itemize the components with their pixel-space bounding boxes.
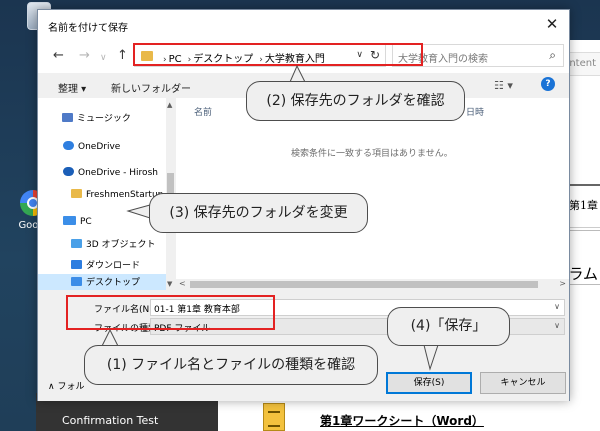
horizontal-scrollbar[interactable]: < > bbox=[176, 279, 569, 290]
onedrive-icon bbox=[63, 141, 74, 150]
callout-step3: (3) 保存先のフォルダを変更 bbox=[149, 193, 368, 233]
downloads-icon bbox=[71, 260, 82, 269]
recent-locations-button[interactable]: ∨ bbox=[100, 52, 107, 65]
folder-icon bbox=[71, 189, 82, 198]
scroll-right-icon[interactable]: > bbox=[559, 279, 566, 288]
sidebar-item-music[interactable]: ミュージック bbox=[62, 111, 131, 124]
callout-step1: (1) ファイル名とファイルの種類を確認 bbox=[84, 345, 378, 385]
sidebar-item-label: OneDrive - Hirosh bbox=[78, 168, 158, 178]
scroll-down-icon[interactable]: ▼ bbox=[167, 280, 172, 288]
onedrive-business-icon bbox=[63, 167, 74, 176]
3d-objects-icon bbox=[71, 239, 82, 248]
address-highlight-box bbox=[133, 43, 423, 66]
column-header-date[interactable]: 日時 bbox=[466, 105, 484, 118]
sidebar-item-label: OneDrive bbox=[78, 142, 121, 152]
sidebar-item-onedrive[interactable]: OneDrive bbox=[63, 141, 120, 152]
back-button[interactable]: ← bbox=[53, 49, 64, 62]
empty-results-message: 検索条件に一致する項目はありません。 bbox=[291, 149, 453, 159]
organize-menu[interactable]: 整理 ▾ bbox=[58, 80, 86, 95]
sidebar-item-freshmenstartup[interactable]: FreshmenStartup bbox=[71, 189, 163, 200]
help-icon[interactable]: ? bbox=[541, 77, 555, 91]
sidebar-item-label: 3D オブジェクト bbox=[86, 240, 156, 250]
dialog-titlebar: 名前を付けて保存 ✕ bbox=[38, 10, 569, 39]
save-button[interactable]: 保存(S) bbox=[386, 372, 472, 394]
forward-button[interactable]: → bbox=[79, 49, 90, 62]
fields-highlight-box bbox=[66, 295, 275, 330]
view-options-icon[interactable]: ☷ ▾ bbox=[494, 79, 513, 92]
sidebar-item-label: ミュージック bbox=[77, 114, 131, 124]
hide-folders-toggle[interactable]: ∧ フォル bbox=[48, 379, 84, 392]
scrollbar-thumb[interactable] bbox=[190, 281, 538, 288]
sidebar-item-label: PC bbox=[80, 217, 92, 227]
scroll-left-icon[interactable]: < bbox=[179, 279, 186, 288]
new-folder-button[interactable]: 新しいフォルダー bbox=[111, 80, 191, 95]
callout-step4: (4)「保存」 bbox=[387, 307, 510, 346]
navigation-pane: ミュージック OneDrive OneDrive - Hirosh Freshm… bbox=[38, 98, 175, 292]
sidebar-item-downloads[interactable]: ダウンロード bbox=[71, 258, 140, 271]
music-icon bbox=[62, 113, 73, 122]
search-icon[interactable]: ⌕ bbox=[549, 48, 556, 63]
scroll-up-icon[interactable]: ▲ bbox=[167, 101, 172, 109]
cancel-button[interactable]: キャンセル bbox=[480, 372, 566, 394]
chevron-down-icon[interactable]: ∨ bbox=[554, 302, 560, 311]
left-panel-item[interactable]: Confirmation Test bbox=[62, 414, 158, 427]
sidebar-item-onedrive-business[interactable]: OneDrive - Hirosh bbox=[63, 167, 158, 178]
sidebar-item-3d-objects[interactable]: 3D オブジェクト bbox=[71, 237, 156, 250]
sidebar-item-pc[interactable]: PC bbox=[63, 216, 92, 227]
sidebar-item-label: デスクトップ bbox=[86, 278, 141, 288]
browser-side-text: 第1章 bbox=[569, 199, 598, 212]
callout-step2: (2) 保存先のフォルダを確認 bbox=[246, 81, 465, 121]
chevron-down-icon[interactable]: ∨ bbox=[554, 321, 560, 330]
close-button[interactable]: ✕ bbox=[535, 10, 569, 39]
pc-icon bbox=[63, 216, 76, 225]
document-link[interactable]: 第1章ワークシート（Word） bbox=[320, 412, 484, 429]
word-document-icon bbox=[263, 403, 285, 431]
column-header-name[interactable]: 名前 bbox=[194, 105, 212, 118]
up-button[interactable]: ↑ bbox=[117, 49, 128, 62]
browser-heading-fragment: ラム bbox=[568, 265, 598, 283]
desktop-icon bbox=[71, 277, 82, 286]
dialog-title: 名前を付けて保存 bbox=[48, 23, 128, 34]
sidebar-item-label: ダウンロード bbox=[86, 261, 141, 271]
